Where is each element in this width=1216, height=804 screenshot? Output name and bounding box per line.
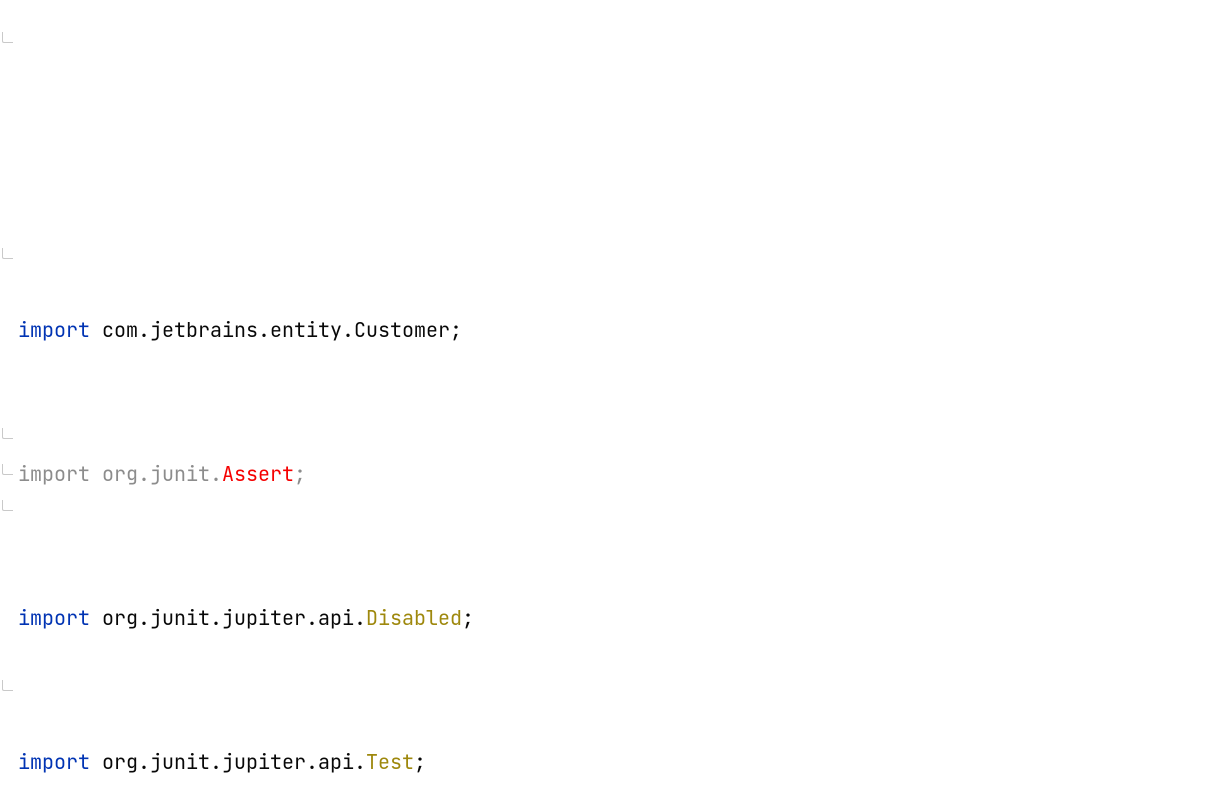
fold-mark-icon xyxy=(2,248,13,259)
text xyxy=(90,461,102,487)
gutter xyxy=(0,0,14,804)
code-line[interactable]: import org.junit.Assert; xyxy=(16,456,1216,492)
text xyxy=(90,605,102,631)
import-path: org.junit.jupiter.api. xyxy=(102,605,366,631)
semicolon: ; xyxy=(414,749,426,775)
text xyxy=(90,749,102,775)
fold-mark-icon xyxy=(2,32,13,43)
import-class: Disabled xyxy=(366,605,462,631)
fold-mark-icon xyxy=(2,680,13,691)
import-class-error: Assert xyxy=(222,461,294,487)
text xyxy=(90,317,102,343)
code-line[interactable]: import org.junit.jupiter.api.Disabled; xyxy=(16,600,1216,636)
import-path: org.junit.jupiter.api. xyxy=(102,749,366,775)
code-line[interactable]: import com.jetbrains.entity.Customer; xyxy=(16,312,1216,348)
code-line[interactable]: import org.junit.jupiter.api.Test; xyxy=(16,744,1216,780)
import-path: com.jetbrains.entity.Customer xyxy=(102,317,450,343)
import-path: org.junit. xyxy=(102,461,222,487)
semicolon: ; xyxy=(294,461,306,487)
keyword-import: import xyxy=(18,317,90,343)
fold-mark-icon xyxy=(2,428,13,439)
fold-mark-icon xyxy=(2,464,13,475)
code-editor[interactable]: import com.jetbrains.entity.Customer; im… xyxy=(0,0,1216,804)
keyword-import: import xyxy=(18,749,90,775)
code-area[interactable]: import com.jetbrains.entity.Customer; im… xyxy=(16,204,1216,804)
import-class: Test xyxy=(366,749,414,775)
fold-mark-icon xyxy=(2,500,13,511)
semicolon: ; xyxy=(450,317,462,343)
keyword-import: import xyxy=(18,605,90,631)
keyword-import-unused: import xyxy=(18,461,90,487)
semicolon: ; xyxy=(462,605,474,631)
